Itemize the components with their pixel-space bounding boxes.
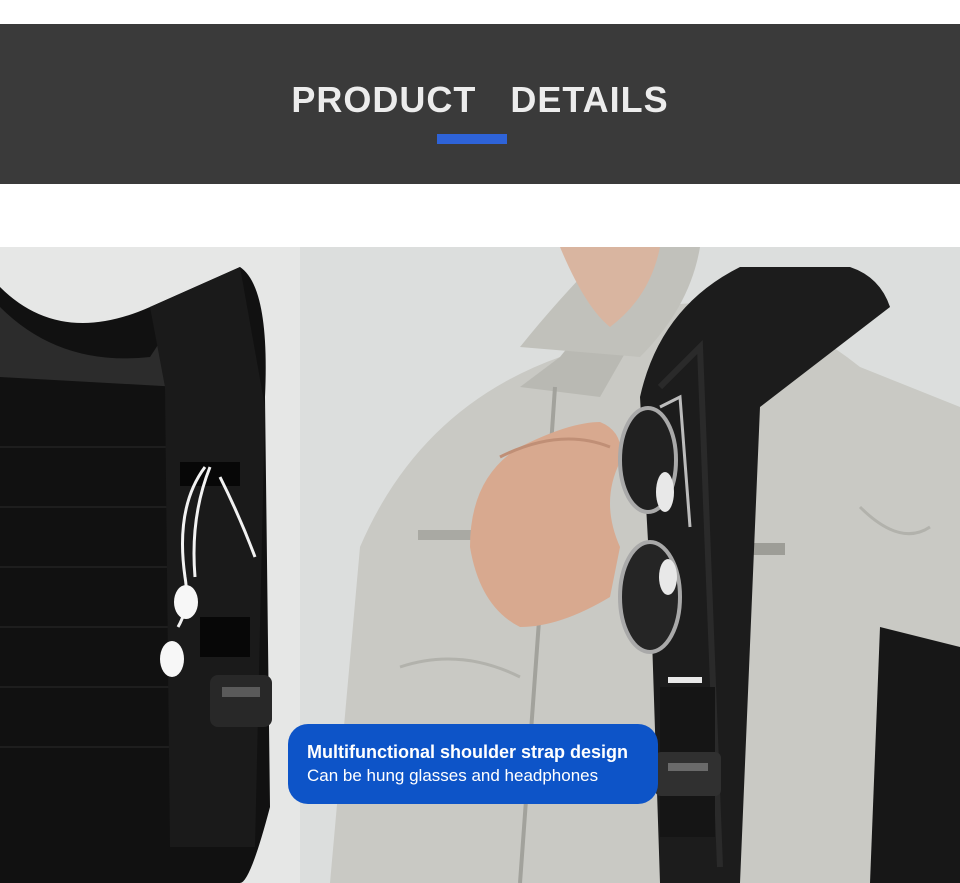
title-word-details: DETAILS (510, 79, 669, 120)
page-title: PRODUCT DETAILS (0, 60, 960, 140)
feature-caption-badge: Multifunctional shoulder strap design Ca… (288, 724, 658, 804)
caption-subtitle: Can be hung glasses and headphones (307, 766, 599, 785)
title-word-product: PRODUCT (291, 79, 477, 120)
title-accent-bar (437, 134, 507, 144)
caption-title: Multifunctional shoulder strap design (307, 742, 629, 762)
